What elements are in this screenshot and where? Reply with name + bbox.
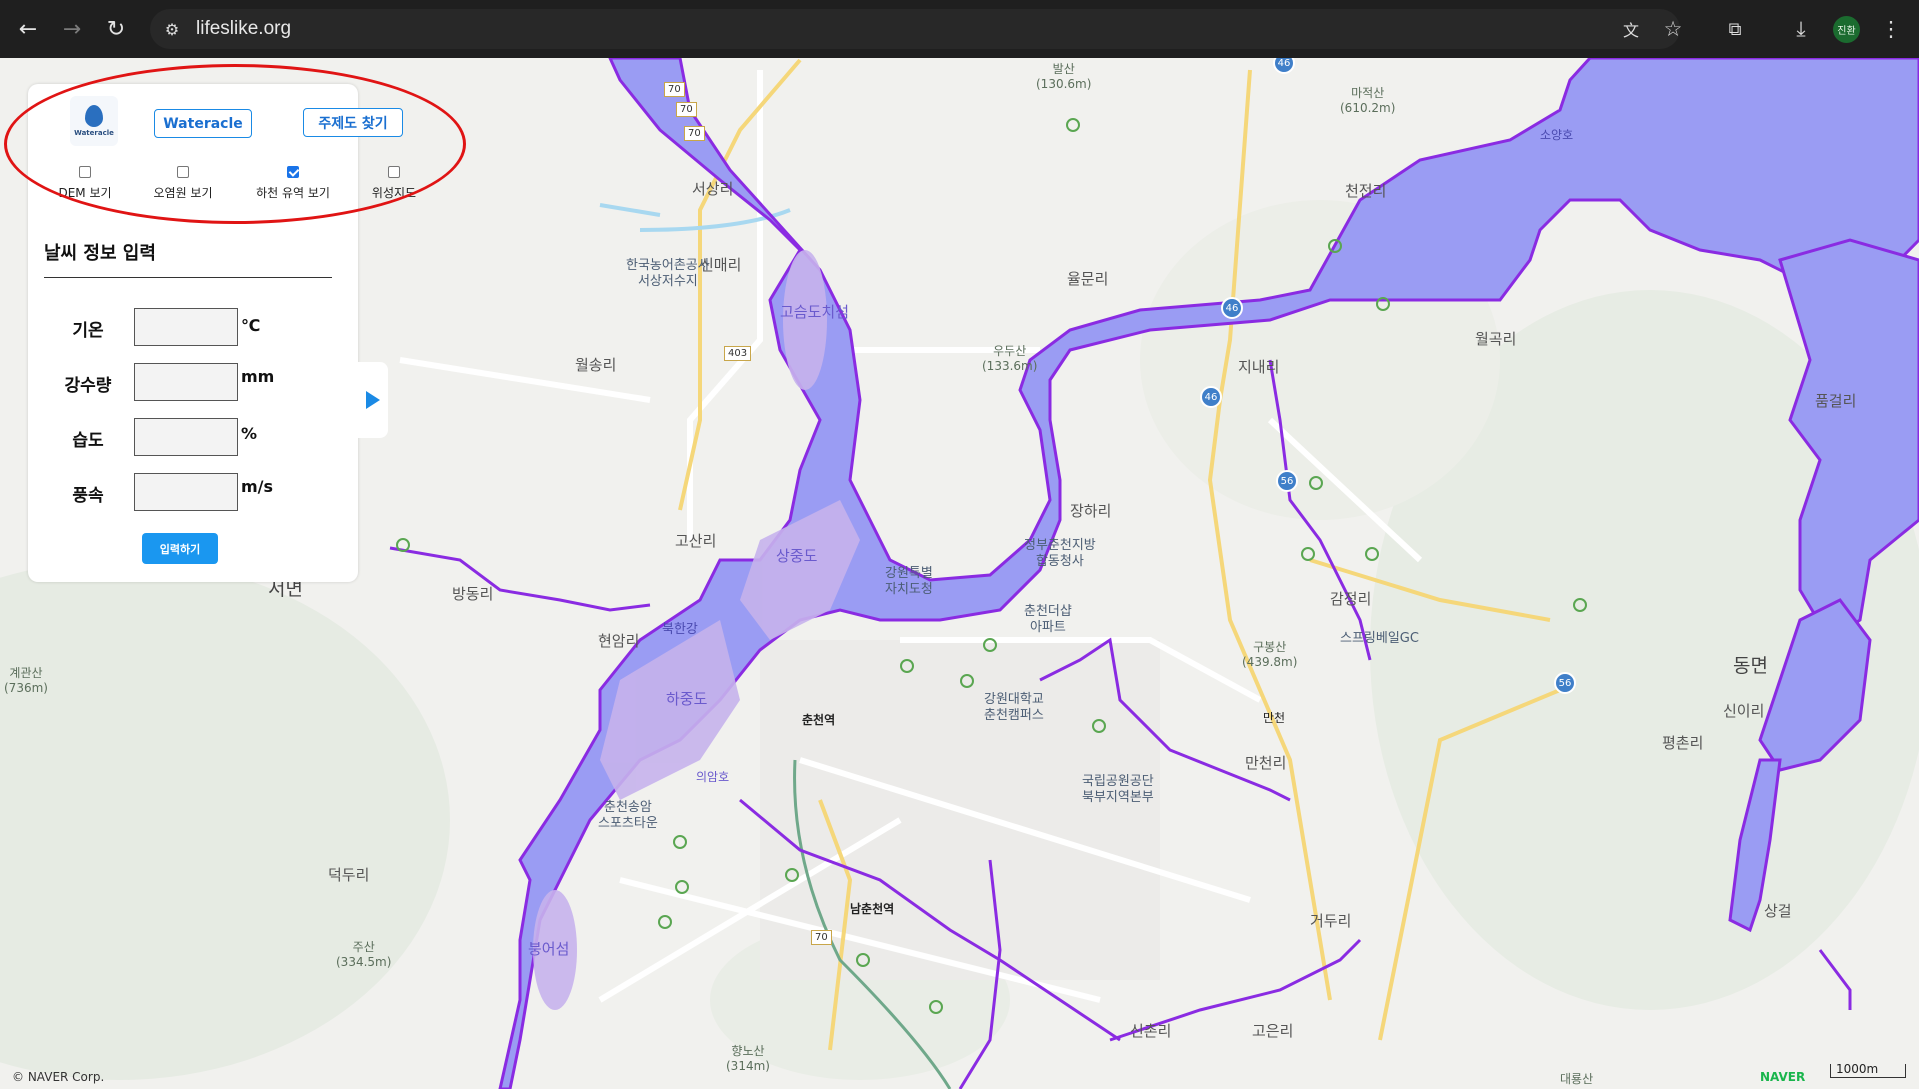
- submit-weather-button[interactable]: 입력하기: [142, 533, 218, 564]
- road-marker: 46: [1221, 297, 1243, 319]
- play-arrow-icon: [366, 391, 380, 409]
- place-label: 신이리: [1723, 702, 1765, 720]
- rainfall-label: 강수량: [64, 376, 112, 396]
- place-label: 거두리: [1310, 912, 1352, 930]
- place-label: 의암호: [696, 770, 730, 784]
- road-marker: 70: [684, 126, 705, 141]
- place-label: 지내리: [1238, 358, 1280, 376]
- place-label: 동면: [1733, 655, 1768, 677]
- place-label: 장하리: [1070, 502, 1112, 520]
- divider: [44, 277, 332, 278]
- station-label: 춘천역: [802, 713, 836, 727]
- facility-label: 강원특별 자치도청: [885, 566, 933, 597]
- wind-speed-unit: m/s: [241, 477, 274, 496]
- road-marker: 403: [724, 346, 752, 361]
- mountain-label: 구봉산 (439.8m): [1242, 640, 1298, 669]
- place-label: 평촌리: [1662, 734, 1704, 752]
- mountain-label: 대룡산: [1560, 1072, 1594, 1086]
- place-label: 북한강: [662, 622, 698, 637]
- profile-avatar[interactable]: 진환: [1833, 16, 1860, 43]
- place-label: 품걸리: [1815, 392, 1857, 410]
- mountain-label: 계관산 (736m): [4, 666, 48, 695]
- place-label: 천전리: [1345, 182, 1387, 200]
- panel-collapse-button[interactable]: [358, 362, 388, 438]
- temperature-unit: ℃: [241, 316, 261, 335]
- place-label: 붕어섬: [528, 940, 570, 958]
- place-label: 방동리: [452, 585, 494, 603]
- place-label: 하중도: [666, 690, 708, 708]
- naver-logo: NAVER: [1760, 1070, 1806, 1084]
- facility-label: 강원대학교 춘천캠퍼스: [984, 692, 1044, 723]
- place-label: 고산리: [675, 532, 717, 550]
- facility-label: 정부춘천지방 합동청사: [1024, 538, 1096, 569]
- place-label: 상걸: [1764, 902, 1792, 920]
- place-label: 율문리: [1067, 270, 1109, 288]
- place-label: 만천: [1263, 711, 1286, 725]
- road-marker: 70: [811, 930, 832, 945]
- reload-icon[interactable]: ↻: [100, 13, 132, 45]
- road-marker: 70: [676, 102, 697, 117]
- facility-label: 춘천송암 스포츠타운: [598, 800, 658, 831]
- place-label: 서상리: [692, 180, 734, 198]
- url-text[interactable]: lifeslike.org: [196, 18, 291, 40]
- place-label: 감정리: [1330, 590, 1372, 608]
- extensions-icon[interactable]: ⧉: [1721, 15, 1749, 43]
- wind-speed-input[interactable]: [134, 473, 238, 511]
- road-marker: 46: [1200, 386, 1222, 408]
- place-label: 덕두리: [328, 866, 370, 884]
- site-settings-icon[interactable]: ⚙: [158, 15, 186, 43]
- place-label: 월곡리: [1475, 330, 1517, 348]
- facility-label: 스프링베일GC: [1340, 631, 1419, 646]
- humidity-unit: %: [241, 424, 258, 443]
- mountain-label: 우두산 (133.6m): [982, 344, 1038, 373]
- temperature-label: 기온: [72, 321, 104, 341]
- mountain-label: 향노산 (314m): [726, 1044, 770, 1073]
- road-marker: 56: [1276, 470, 1298, 492]
- scale-label: 1000m: [1836, 1062, 1879, 1076]
- mountain-label: 마적산 (610.2m): [1340, 86, 1396, 115]
- rainfall-unit: mm: [241, 367, 275, 386]
- place-label: 신촌리: [1130, 1022, 1172, 1040]
- place-label: 월송리: [575, 356, 617, 374]
- road-marker: 56: [1554, 672, 1576, 694]
- forward-icon[interactable]: →: [56, 13, 88, 45]
- back-icon[interactable]: ←: [12, 13, 44, 45]
- menu-icon[interactable]: ⋮: [1877, 15, 1905, 43]
- download-icon[interactable]: ⤓: [1787, 15, 1815, 43]
- place-label: 상중도: [776, 547, 818, 565]
- facility-label: 한국농어촌공사 서상저수지: [626, 258, 710, 289]
- weather-section-title: 날씨 정보 입력: [44, 243, 156, 264]
- humidity-input[interactable]: [134, 418, 238, 456]
- mountain-label: 주산 (334.5m): [336, 940, 392, 969]
- annotation-circle: [4, 64, 466, 224]
- place-label: 고슴도치섬: [780, 303, 850, 321]
- place-label: 만천리: [1245, 754, 1287, 772]
- rainfall-input[interactable]: [134, 363, 238, 401]
- browser-toolbar: ← → ↻ ⚙ lifeslike.org 文 ☆ ⧉ ⤓ 진환 ⋮: [0, 0, 1919, 58]
- station-label: 남춘천역: [850, 902, 895, 916]
- place-label: 고은리: [1252, 1022, 1294, 1040]
- translate-icon[interactable]: 文: [1617, 15, 1645, 43]
- address-bar[interactable]: [150, 9, 1680, 49]
- wind-speed-label: 풍속: [72, 486, 104, 506]
- humidity-label: 습도: [72, 431, 104, 451]
- facility-label: 춘천더샵 아파트: [1024, 604, 1072, 635]
- facility-label: 국립공원공단 북부지역본부: [1082, 774, 1154, 805]
- road-marker: 70: [664, 82, 685, 97]
- map-copyright: © NAVER Corp.: [12, 1070, 105, 1084]
- place-label: 소양호: [1540, 128, 1574, 142]
- temperature-input[interactable]: [134, 308, 238, 346]
- mountain-label: 발산 (130.6m): [1036, 62, 1092, 91]
- bookmark-star-icon[interactable]: ☆: [1659, 15, 1687, 43]
- place-label: 현암리: [598, 632, 640, 650]
